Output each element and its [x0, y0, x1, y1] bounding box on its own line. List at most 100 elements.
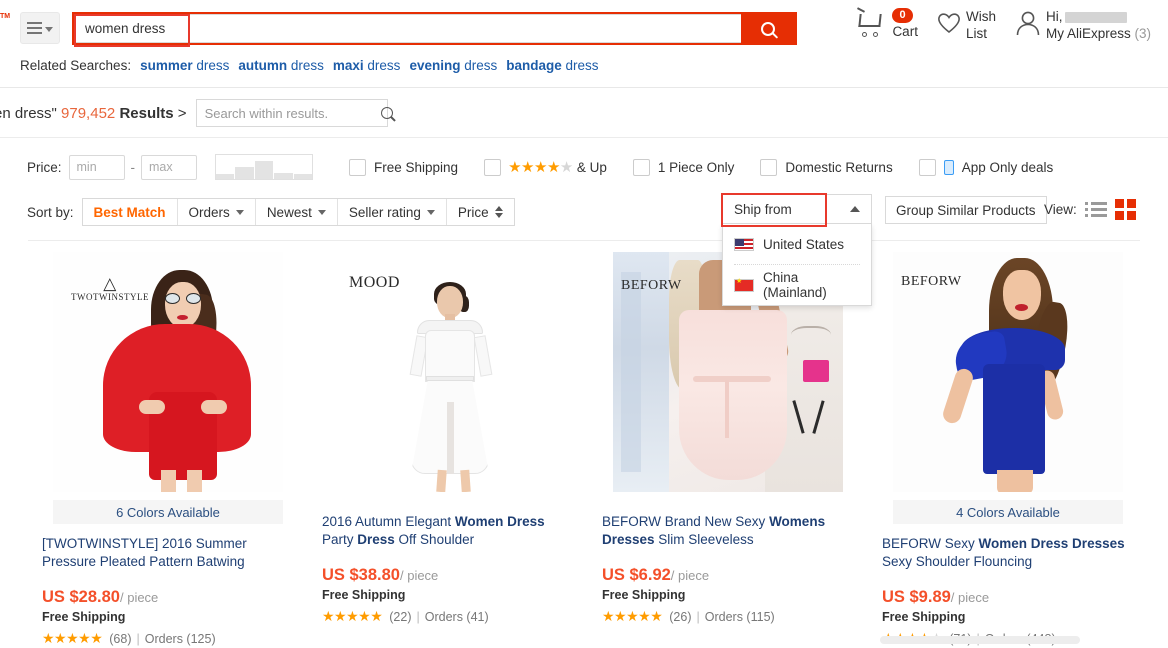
price-min-input[interactable]: [69, 155, 125, 180]
histogram-bar: [294, 174, 312, 179]
search-bar: [72, 12, 797, 45]
search-input[interactable]: [74, 14, 741, 43]
free-shipping-label: Free Shipping: [374, 160, 458, 175]
search-icon[interactable]: [381, 107, 393, 119]
heart-icon: [936, 11, 962, 34]
ship-from-menu: United States China (Mainland): [722, 224, 872, 306]
review-count: (26): [669, 610, 691, 624]
username-redacted: [1065, 12, 1127, 23]
domestic-returns-filter[interactable]: Domestic Returns: [760, 159, 892, 176]
one-piece-filter[interactable]: 1 Piece Only: [633, 159, 735, 176]
search-button[interactable]: [741, 14, 795, 43]
ship-from-option-china-mainland[interactable]: China (Mainland): [723, 265, 871, 305]
product-grid: △TWOTWINSTYLE 6 Colors Available [TWOTWI…: [28, 252, 1148, 647]
product-title[interactable]: BEFORW Sexy Women Dress Dresses Sexy Sho…: [882, 535, 1134, 571]
product-card[interactable]: △TWOTWINSTYLE 6 Colors Available [TWOTWI…: [28, 252, 308, 647]
sort-options: Best Match Orders Newest Seller rating P…: [82, 198, 515, 226]
price-filter-label: Price:: [27, 160, 62, 175]
wishlist-label-line2: List: [966, 25, 996, 42]
related-search-link-autumn[interactable]: autumn dress: [238, 58, 324, 73]
search-within-results[interactable]: [196, 99, 388, 127]
cart-label: Cart: [892, 23, 918, 40]
rating-and-up-label: & Up: [577, 160, 607, 175]
sort-option-best-match[interactable]: Best Match: [83, 199, 178, 225]
sort-option-seller-rating[interactable]: Seller rating: [338, 199, 447, 225]
hamburger-icon: [27, 22, 42, 34]
price-histogram[interactable]: [215, 154, 313, 180]
list-view-icon[interactable]: [1085, 202, 1107, 217]
rating-stars: ★ ★ ★ ★ ★: [508, 160, 573, 175]
price-unit: / piece: [951, 590, 989, 605]
product-card[interactable]: BEFORW BEFORW Brand New Sexy Womens Dres…: [588, 252, 868, 647]
chevron-up-icon: [850, 206, 860, 212]
colors-available-badge[interactable]: 6 Colors Available: [53, 500, 283, 524]
sort-option-orders[interactable]: Orders: [178, 199, 256, 225]
query-fragment: en dress": [0, 105, 57, 122]
rating-filter[interactable]: ★ ★ ★ ★ ★ & Up: [484, 159, 607, 176]
category-menu-button[interactable]: [20, 12, 60, 44]
header-divider: [0, 87, 1168, 88]
app-only-checkbox[interactable]: [919, 159, 936, 176]
order-count: Orders (115): [705, 610, 775, 624]
view-label: View:: [1044, 202, 1077, 217]
product-image[interactable]: BEFORW: [893, 252, 1123, 492]
product-title[interactable]: 2016 Autumn Elegant Women Dress Party Dr…: [322, 513, 574, 549]
search-icon: [761, 22, 775, 36]
product-card[interactable]: BEFORW 4 Colors Available BEFORW Sexy Wo…: [868, 252, 1148, 647]
related-searches-label: Related Searches:: [20, 58, 131, 73]
user-avatar-icon: [1014, 9, 1042, 39]
product-shipping: Free Shipping: [882, 610, 1134, 624]
price-unit: / piece: [671, 568, 709, 583]
product-image[interactable]: △TWOTWINSTYLE: [53, 252, 283, 492]
ship-from-trigger[interactable]: Ship from: [722, 194, 872, 224]
product-image[interactable]: MOOD: [333, 252, 563, 492]
one-piece-checkbox[interactable]: [633, 159, 650, 176]
mobile-phone-icon: [944, 160, 954, 175]
histogram-bar: [216, 174, 235, 179]
histogram-bar: [255, 161, 274, 179]
flag-cn-icon: [734, 279, 754, 292]
ship-from-option-united-states[interactable]: United States: [723, 224, 871, 264]
product-shipping: Free Shipping: [42, 610, 294, 624]
related-search-link-bandage[interactable]: bandage dress: [506, 58, 598, 73]
account-menu[interactable]: Hi, My AliExpress (3): [1005, 8, 1160, 42]
rating-checkbox[interactable]: [484, 159, 501, 176]
product-shipping: Free Shipping: [322, 588, 574, 602]
results-arrow: >: [178, 105, 187, 122]
search-within-input[interactable]: [205, 106, 381, 121]
product-rating: ★★★★★ (26) | Orders (115): [602, 608, 854, 625]
colors-available-badge[interactable]: 4 Colors Available: [893, 500, 1123, 524]
grid-view-icon[interactable]: [1115, 199, 1136, 220]
product-shipping: Free Shipping: [602, 588, 854, 602]
app-only-deals-filter[interactable]: App Only deals: [919, 159, 1054, 176]
price-range-dash: -: [131, 160, 136, 175]
histogram-bar: [274, 173, 293, 179]
product-title[interactable]: [TWOTWINSTYLE] 2016 Summer Pressure Plea…: [42, 535, 294, 571]
sort-option-price[interactable]: Price: [447, 199, 514, 225]
product-rating: ★★★★★ (68) | Orders (125): [42, 630, 294, 647]
group-similar-products-button[interactable]: Group Similar Products: [885, 196, 1047, 224]
histogram-bar: [235, 167, 254, 179]
cart-button[interactable]: 0 Cart: [848, 8, 927, 40]
scroll-indicator[interactable]: [880, 636, 1080, 644]
cart-count-badge: 0: [892, 8, 912, 23]
price-max-input[interactable]: [141, 155, 197, 180]
related-search-link-evening[interactable]: evening dress: [409, 58, 497, 73]
product-card[interactable]: MOOD 2016 Autumn Elegant Women Dress Par…: [308, 252, 588, 647]
related-search-link-summer[interactable]: summer dress: [140, 58, 229, 73]
logo-trademark: TM: [0, 13, 10, 20]
review-count: (68): [109, 632, 131, 646]
shopping-cart-icon: [857, 8, 891, 38]
sort-option-newest[interactable]: Newest: [256, 199, 338, 225]
free-shipping-filter[interactable]: Free Shipping: [349, 159, 458, 176]
product-price: US $6.92/ piece: [602, 566, 854, 585]
related-search-link-maxi[interactable]: maxi dress: [333, 58, 401, 73]
free-shipping-checkbox[interactable]: [349, 159, 366, 176]
one-piece-label: 1 Piece Only: [658, 160, 735, 175]
ship-from-label: Ship from: [734, 202, 792, 217]
price-unit: / piece: [400, 568, 438, 583]
wishlist-button[interactable]: Wish List: [927, 8, 1005, 42]
domestic-returns-checkbox[interactable]: [760, 159, 777, 176]
product-title[interactable]: BEFORW Brand New Sexy Womens Dresses Sli…: [602, 513, 854, 549]
product-watermark: BEFORW: [621, 278, 682, 294]
